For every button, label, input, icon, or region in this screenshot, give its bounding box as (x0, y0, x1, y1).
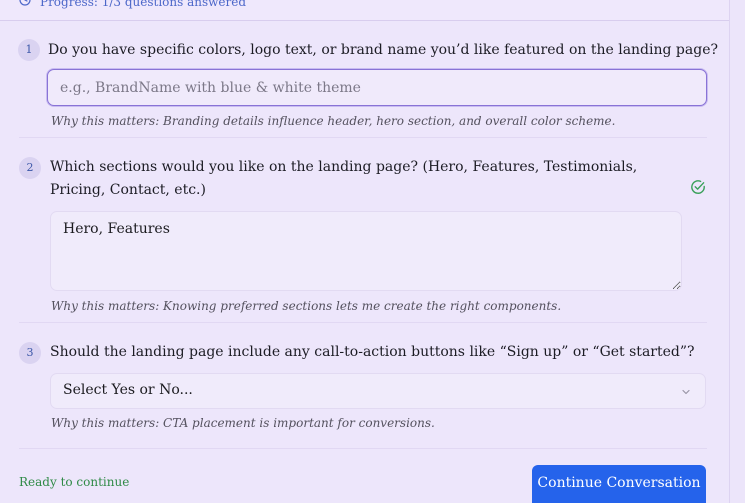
question-1-text: Do you have specific colors, logo text, … (48, 42, 718, 58)
check-circle-icon (691, 180, 705, 194)
cta-select-value: Select Yes or No... (63, 382, 193, 398)
question-number-1: 1 (18, 39, 40, 61)
branding-input[interactable] (47, 69, 707, 106)
clock-icon (19, 0, 31, 6)
question-3-why: Why this matters: CTA placement is impor… (51, 416, 435, 430)
questions-panel: Progress: 1/3 questions answered 1 Do yo… (0, 0, 730, 503)
question-3-text: Should the landing page include any call… (50, 344, 695, 360)
question-2-why: Why this matters: Knowing preferred sect… (51, 299, 562, 313)
question-number-3: 3 (19, 342, 41, 364)
continue-conversation-button[interactable]: Continue Conversation (532, 465, 706, 503)
divider (19, 137, 707, 138)
progress-text: Progress: 1/3 questions answered (40, 0, 247, 9)
cta-select[interactable]: Select Yes or No... (50, 373, 706, 409)
divider (19, 448, 707, 449)
chevron-down-icon (682, 389, 690, 395)
progress-bar: Progress: 1/3 questions answered (0, 0, 729, 21)
divider (19, 322, 707, 323)
question-number-2: 2 (19, 157, 41, 179)
question-2-text: Which sections would you like on the lan… (50, 159, 638, 198)
sections-textarea[interactable]: Hero, Features (50, 211, 682, 291)
question-1-why: Why this matters: Branding details influ… (51, 114, 616, 128)
ready-status: Ready to continue (19, 475, 130, 489)
